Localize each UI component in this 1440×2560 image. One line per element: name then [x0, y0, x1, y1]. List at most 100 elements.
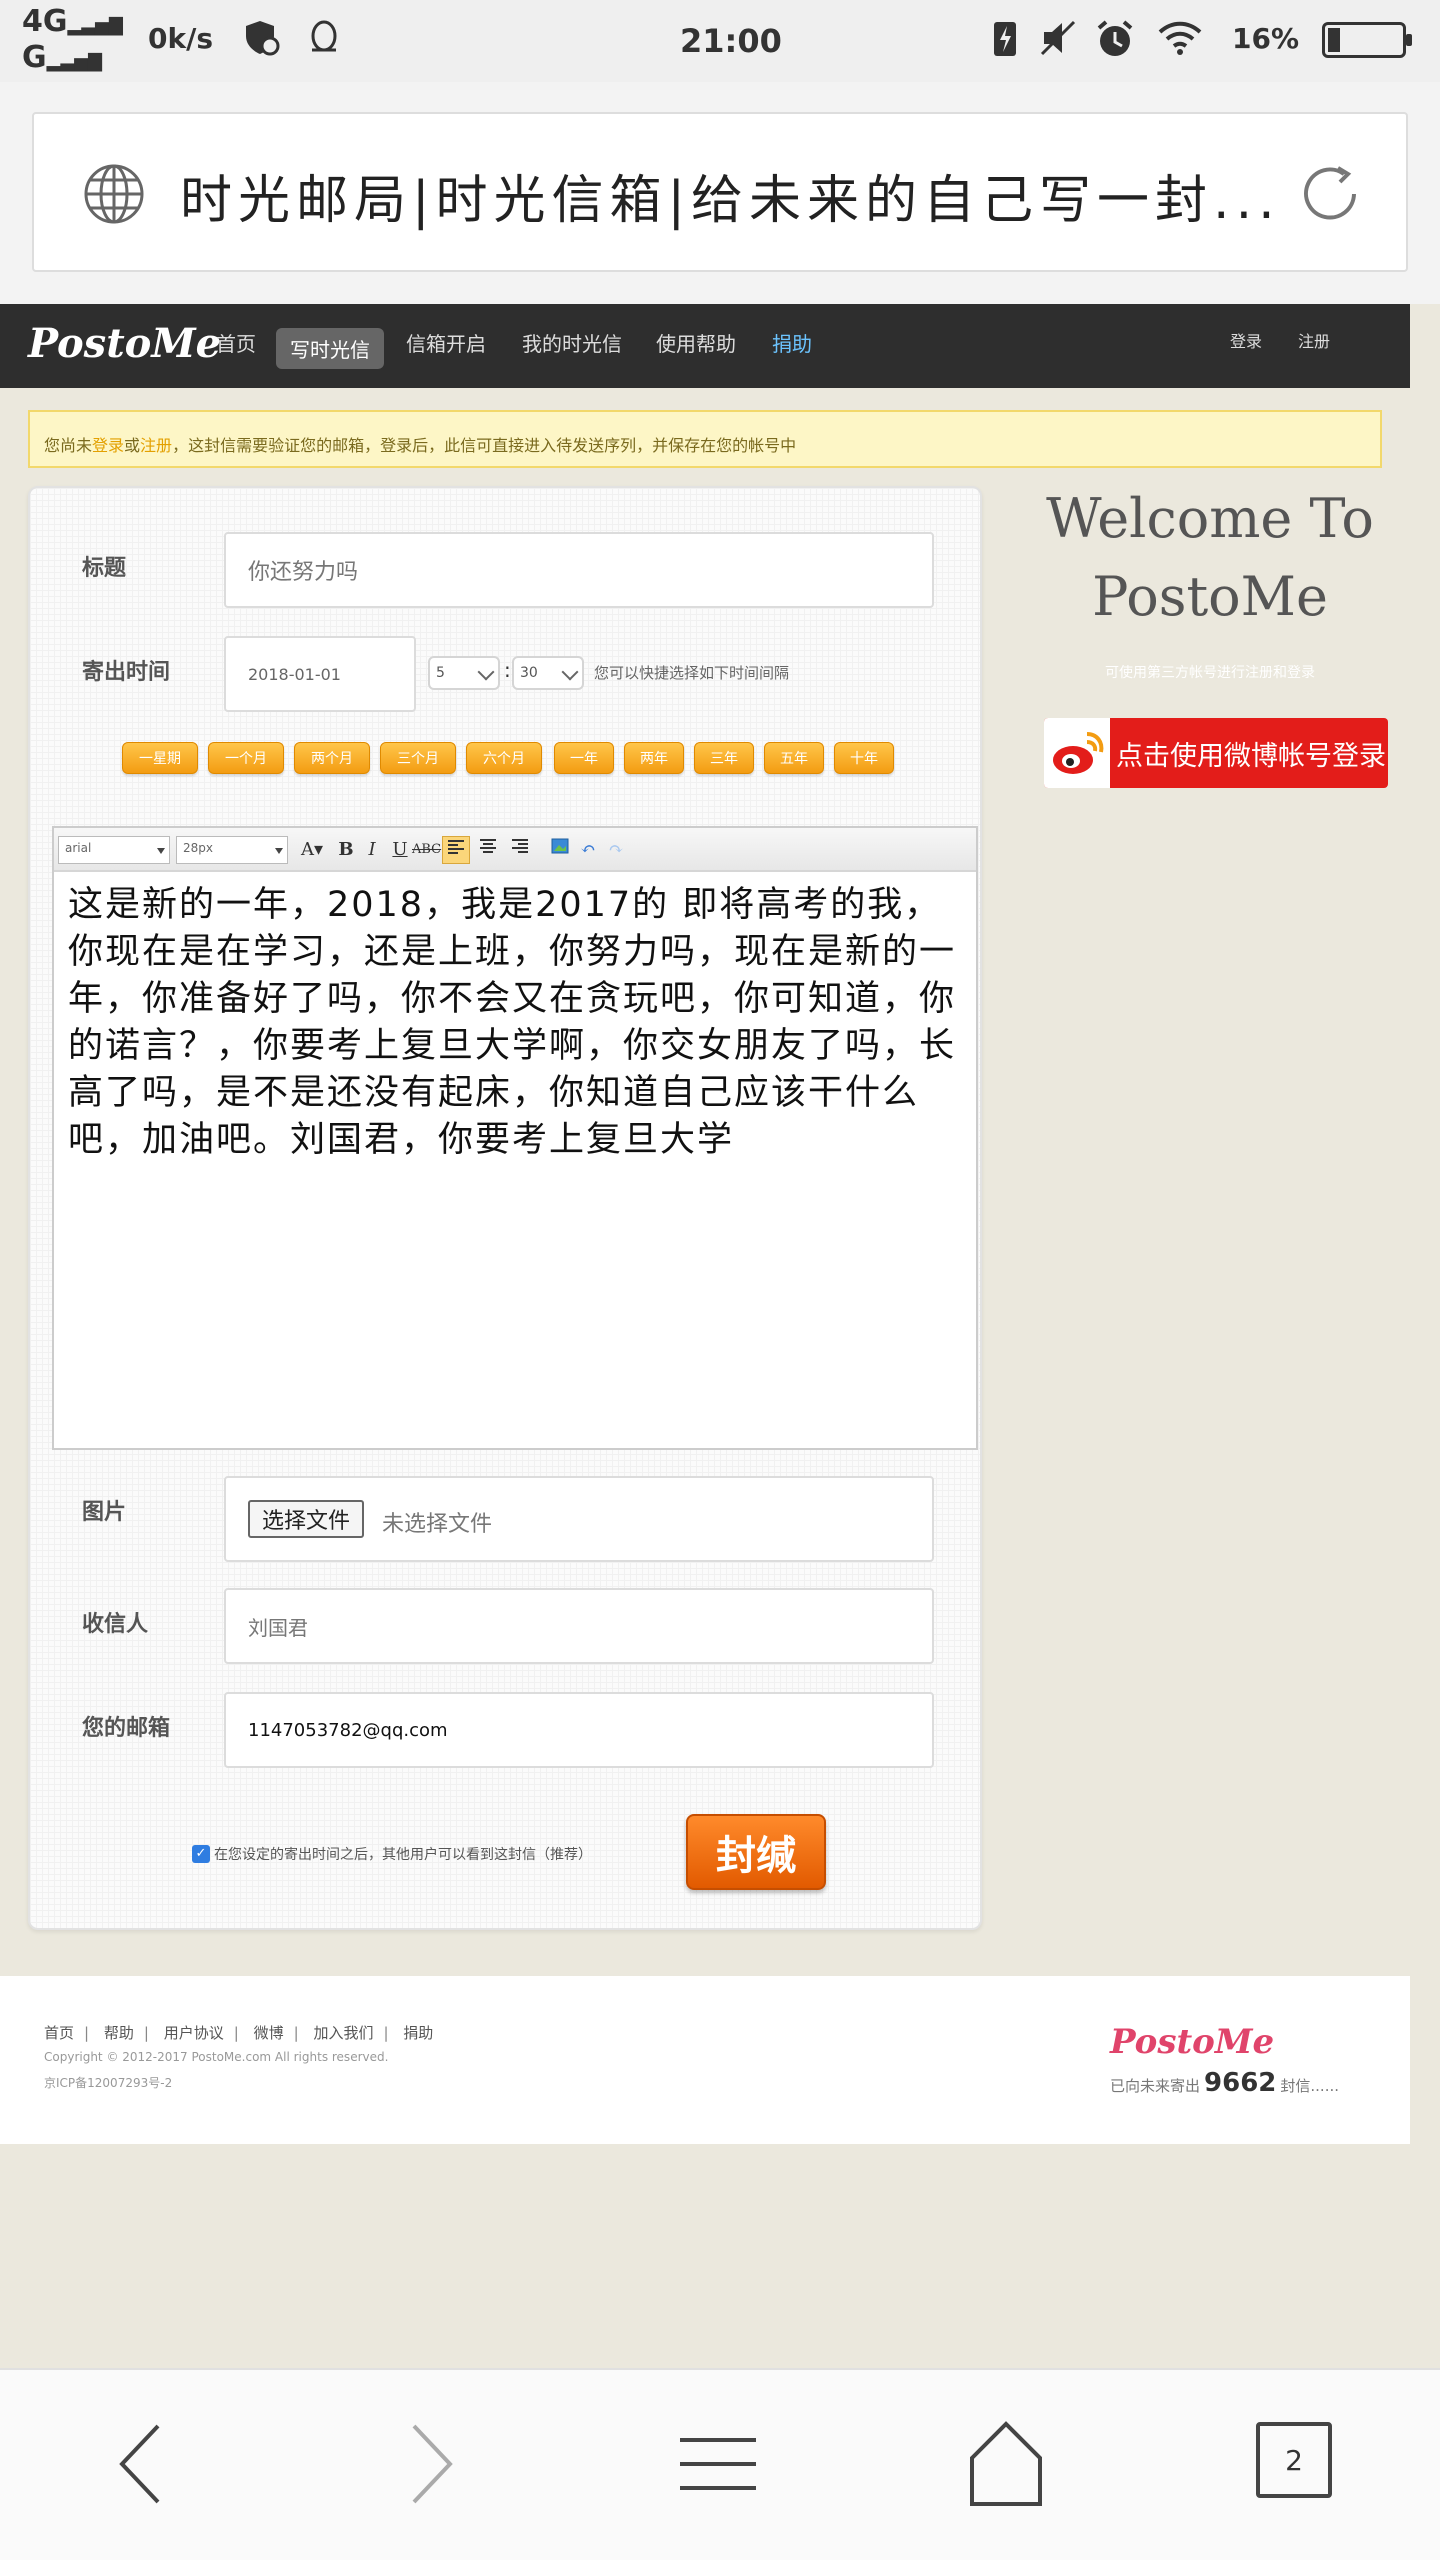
title-label: 标题 — [82, 556, 127, 581]
tabs-button[interactable]: 2 — [1256, 2422, 1332, 2498]
register-link[interactable]: 注册 — [1298, 328, 1330, 352]
count-prefix: 已向未来寄出 — [1110, 2077, 1201, 2095]
image-label: 图片 — [82, 1500, 127, 1525]
minute-value: 30 — [520, 665, 538, 681]
notice-register-link[interactable]: 注册 — [140, 436, 172, 455]
page-title: 时光邮局|时光信箱|给未来的自己写一封... — [180, 171, 1281, 231]
quick-one-week-button[interactable]: 一星期 — [122, 742, 198, 774]
redo-icon[interactable]: ↷ — [602, 836, 630, 864]
site-footer: 首页 | 帮助 | 用户协议 | 微博 | 加入我们 | 捐助 Copyright © 2… — [0, 1976, 1410, 2144]
weibo-login-label: 点击使用微博帐号登录 — [1116, 740, 1386, 772]
insert-image-icon[interactable] — [546, 836, 574, 864]
footer-logo: PostoMe — [1110, 2022, 1275, 2062]
bold-icon[interactable]: B — [332, 836, 360, 864]
quick-one-year-button[interactable]: 一年 — [554, 742, 614, 774]
nav-write-letter[interactable]: 写时光信 — [276, 328, 384, 369]
footer-link-donate[interactable]: 捐助 — [403, 2024, 433, 2042]
login-notice: 您尚未登录或注册，这封信需要验证您的邮箱，登录后，此信可直接进入待发送序列，并保… — [28, 410, 1382, 468]
address-bar[interactable]: 时光邮局|时光信箱|给未来的自己写一封... — [32, 112, 1408, 272]
icp-number: 京ICP备12007293号-2 — [44, 2076, 173, 2090]
italic-icon[interactable]: I — [358, 836, 386, 864]
public-consent-text: 在您设定的寄出时间之后，其他用户可以看到这封信（推荐） — [214, 1847, 592, 1863]
alarm-icon — [1097, 20, 1133, 56]
footer-link-terms[interactable]: 用户协议 — [164, 2024, 224, 2042]
letters-sent-count: 已向未来寄出 9662 封信...... — [1110, 2068, 1339, 2098]
forward-icon[interactable] — [402, 2416, 462, 2512]
quick-five-years-button[interactable]: 五年 — [764, 742, 824, 774]
quick-one-month-button[interactable]: 一个月 — [208, 742, 284, 774]
time-separator: : — [504, 658, 511, 682]
nav-home[interactable]: 首页 — [216, 328, 256, 357]
quick-three-years-button[interactable]: 三年 — [694, 742, 754, 774]
email-label: 您的邮箱 — [82, 1716, 171, 1741]
mute-icon — [1040, 20, 1076, 56]
reload-icon[interactable] — [1294, 158, 1366, 230]
quick-ten-years-button[interactable]: 十年 — [834, 742, 894, 774]
footer-link-home[interactable]: 首页 — [44, 2024, 74, 2042]
rich-text-editor: arial 28px A▾ B I U ABC ↶ ↷ 这是新的一年，2018，… — [52, 826, 978, 1450]
battery-percent: 16% — [1232, 22, 1300, 55]
count-value: 9662 — [1204, 2068, 1277, 2098]
font-family-value: arial — [65, 841, 92, 855]
font-color-icon[interactable]: A▾ — [294, 836, 330, 864]
network-indicator: 4G▂▃▅▇ G▂▃▅▇ — [22, 4, 123, 75]
recipient-label: 收信人 — [82, 1612, 149, 1637]
footer-link-weibo[interactable]: 微博 — [254, 2024, 284, 2042]
browser-bottom-bar: 2 — [0, 2368, 1440, 2560]
strikethrough-icon[interactable]: ABC — [412, 836, 441, 864]
hour-select[interactable]: 5 — [428, 656, 500, 690]
seal-submit-button[interactable]: 封缄 — [686, 1814, 826, 1890]
public-consent: ✓ 在您设定的寄出时间之后，其他用户可以看到这封信（推荐） — [192, 1844, 592, 1864]
welcome-heading: Welcome To PostoMe — [1046, 487, 1374, 628]
globe-icon — [84, 164, 144, 224]
nav-help[interactable]: 使用帮助 — [656, 328, 736, 357]
quick-six-months-button[interactable]: 六个月 — [466, 742, 542, 774]
align-center-icon[interactable] — [474, 836, 502, 864]
nav-my-letters[interactable]: 我的时光信 — [522, 328, 622, 357]
network-speed: 0k/s — [148, 22, 213, 55]
weibo-icon — [1044, 718, 1110, 788]
quick-two-months-button[interactable]: 两个月 — [294, 742, 370, 774]
align-left-icon[interactable] — [442, 836, 470, 864]
charging-icon — [994, 22, 1016, 56]
site-navbar: PostoMe 首页 写时光信 信箱开启 我的时光信 使用帮助 捐助 登录 注册 — [0, 304, 1410, 388]
font-size-value: 28px — [183, 841, 213, 855]
notice-login-link[interactable]: 登录 — [92, 436, 124, 455]
notice-text: 或 — [124, 436, 141, 455]
site-logo[interactable]: PostoMe — [28, 320, 221, 367]
font-size-select[interactable]: 28px — [176, 836, 288, 864]
undo-icon[interactable]: ↶ — [574, 836, 602, 864]
copyright: Copyright © 2012-2017 PostoMe.com All ri… — [44, 2050, 389, 2064]
clock: 21:00 — [680, 22, 782, 60]
battery-icon — [1322, 22, 1412, 58]
recipient-input[interactable]: 刘国君 — [224, 1588, 934, 1664]
image-file-field: 选择文件 未选择文件 — [224, 1476, 934, 1562]
weibo-login-button[interactable]: 点击使用微博帐号登录 — [1044, 718, 1388, 788]
underline-icon[interactable]: U — [386, 836, 414, 864]
quick-select-hint: 您可以快捷选择如下时间间隔 — [594, 664, 790, 682]
public-consent-checkbox[interactable]: ✓ — [192, 1845, 210, 1863]
qq-icon — [311, 20, 337, 52]
status-bar: 4G▂▃▅▇ G▂▃▅▇ 0k/s 21:00 16% — [0, 0, 1440, 82]
quick-two-years-button[interactable]: 两年 — [624, 742, 684, 774]
nav-donate[interactable]: 捐助 — [772, 328, 812, 357]
third-party-hint: 可使用第三方帐号进行注册和登录 — [1105, 665, 1315, 681]
back-icon[interactable] — [110, 2416, 170, 2512]
footer-link-join[interactable]: 加入我们 — [313, 2024, 373, 2042]
letter-form: 标题 你还努力吗 寄出时间 2018-01-01 5 : 30 您可以快捷选择如… — [28, 486, 982, 1930]
count-suffix: 封信...... — [1280, 2077, 1339, 2095]
home-icon[interactable] — [966, 2416, 1046, 2512]
minute-select[interactable]: 30 — [512, 656, 584, 690]
quick-three-months-button[interactable]: 三个月 — [380, 742, 456, 774]
date-input[interactable]: 2018-01-01 — [224, 636, 416, 712]
nav-mailbox-open[interactable]: 信箱开启 — [406, 328, 486, 357]
footer-link-help[interactable]: 帮助 — [104, 2024, 134, 2042]
letter-body[interactable]: 这是新的一年，2018，我是2017的 即将高考的我，你现在是在学习，还是上班，… — [68, 882, 968, 1164]
choose-file-button[interactable]: 选择文件 — [248, 1500, 365, 1538]
align-right-icon[interactable] — [506, 836, 534, 864]
email-input[interactable]: 1147053782@qq.com — [224, 1692, 934, 1768]
menu-icon[interactable] — [676, 2416, 760, 2512]
title-input[interactable]: 你还努力吗 — [224, 532, 934, 608]
font-family-select[interactable]: arial — [58, 836, 170, 864]
login-link[interactable]: 登录 — [1230, 328, 1262, 352]
